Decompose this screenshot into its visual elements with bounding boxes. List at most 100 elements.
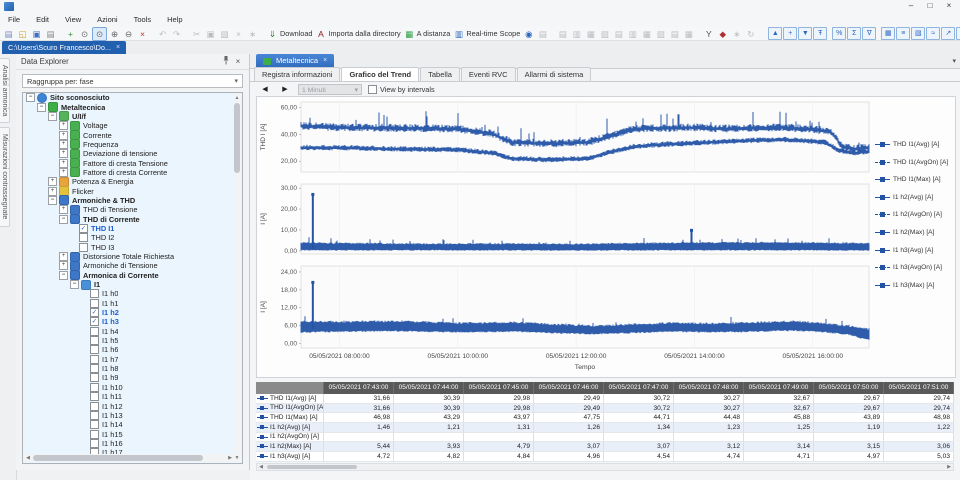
table-column-header[interactable]: 05/05/2021 07:47:00 xyxy=(604,382,674,394)
expand-icon[interactable]: + xyxy=(59,131,68,140)
subtab-tabella[interactable]: Tabella xyxy=(420,67,460,81)
menu-help[interactable]: Help xyxy=(159,13,190,27)
tree-item[interactable]: +Frequenza xyxy=(23,140,242,149)
tree-item[interactable]: THD I3 xyxy=(23,243,242,252)
table-column-header[interactable]: 05/05/2021 07:49:00 xyxy=(744,382,814,394)
new-file-icon[interactable]: ▤ xyxy=(2,28,15,40)
tree-checkbox[interactable]: ✓ xyxy=(90,317,99,326)
menu-azioni[interactable]: Azioni xyxy=(89,13,125,27)
view-table-icon[interactable]: ▦ xyxy=(881,27,895,40)
subtab-registra-informazioni[interactable]: Registra informazioni xyxy=(254,67,340,81)
table-row[interactable]: I1 h2(Max) [A]5,443,934,793,073,073,123,… xyxy=(256,442,954,452)
view-valley-icon[interactable]: ▼ xyxy=(798,27,812,40)
expand-icon[interactable]: + xyxy=(59,168,68,177)
table-column-header[interactable]: 05/05/2021 07:51:00 xyxy=(884,382,954,394)
table-row[interactable]: I1 h2(AvgOn) [A] xyxy=(256,433,954,443)
remote-icon[interactable]: ▦A distanza xyxy=(403,28,452,40)
tree-checkbox[interactable] xyxy=(90,373,99,382)
collapse-icon[interactable]: − xyxy=(26,93,35,102)
expand-icon[interactable]: + xyxy=(59,205,68,214)
view-peak-icon[interactable]: ▲ xyxy=(768,27,782,40)
tree-item[interactable]: I1 h14 xyxy=(23,420,242,429)
tree-checkbox[interactable] xyxy=(90,411,99,420)
view-add-icon[interactable]: + xyxy=(783,27,797,40)
tree-item[interactable]: +Distorsione Totale Richiesta xyxy=(23,252,242,261)
tree-checkbox[interactable] xyxy=(90,336,99,345)
expand-icon[interactable]: + xyxy=(59,261,68,270)
group-by-dropdown[interactable]: Raggruppa per: fase ▾ xyxy=(22,74,243,88)
tree-checkbox[interactable] xyxy=(90,327,99,336)
table-row-label[interactable]: I1 h2(AvgOn) [A] xyxy=(256,433,324,443)
zoom-out-icon[interactable]: ⊖ xyxy=(122,28,135,40)
tree-vertical-scrollbar[interactable]: ▲ ▼ xyxy=(233,94,241,462)
tree-item[interactable]: ✓THD I1 xyxy=(23,224,242,233)
table-row-label[interactable]: I1 h2(Avg) [A] xyxy=(256,423,324,433)
zoom-lock-icon[interactable]: ⊙ xyxy=(92,27,107,41)
tree-item[interactable]: I1 h12 xyxy=(23,401,242,410)
table-row[interactable]: I1 h3(Avg) [A]4,724,824,844,964,544,744,… xyxy=(256,452,954,462)
tree-item[interactable]: −I1 xyxy=(23,280,242,289)
scroll-down-icon[interactable]: ▼ xyxy=(233,454,241,462)
table-column-header[interactable]: 05/05/2021 07:46:00 xyxy=(534,382,604,394)
zoom-icon[interactable]: ⊙ xyxy=(78,28,91,40)
tree-item[interactable]: ✓I1 h3 xyxy=(23,317,242,326)
table-row-label[interactable]: I1 h2(Max) [A] xyxy=(256,442,324,452)
next-interval-button[interactable]: ▶ xyxy=(278,85,292,93)
scroll-left-icon[interactable]: ◀ xyxy=(257,464,265,471)
expand-icon[interactable]: + xyxy=(59,252,68,261)
tree-checkbox[interactable] xyxy=(90,364,99,373)
view-chart-red-icon[interactable]: ▧ xyxy=(911,27,925,40)
tree-checkbox[interactable] xyxy=(90,430,99,439)
scroll-up-icon[interactable]: ▲ xyxy=(233,94,241,102)
tree-item[interactable]: +Fattore di cresta Corrente xyxy=(23,168,242,177)
tree-checkbox[interactable] xyxy=(90,392,99,401)
table-row[interactable]: I1 h2(Avg) [A]1,461,211,311,261,341,231,… xyxy=(256,423,954,433)
tree-item[interactable]: +Fattore di cresta Tensione xyxy=(23,158,242,167)
scroll-left-icon[interactable]: ◀ xyxy=(24,454,32,462)
collapse-icon[interactable]: − xyxy=(48,196,57,205)
expand-icon[interactable]: + xyxy=(59,121,68,130)
view-percent-icon[interactable]: % xyxy=(832,27,846,40)
collapse-icon[interactable]: − xyxy=(59,271,68,280)
view-by-intervals-checkbox[interactable] xyxy=(368,85,377,94)
tree-checkbox[interactable] xyxy=(79,243,88,252)
minimize-button[interactable]: – xyxy=(902,0,920,12)
table-row[interactable]: THD I1(Max) [A]46,9843,2943,9747,7544,71… xyxy=(256,413,954,423)
marker-icon[interactable]: ◆ xyxy=(716,28,729,40)
filter-icon[interactable]: Y xyxy=(702,28,715,40)
view-list-icon[interactable]: ≡ xyxy=(896,27,910,40)
table-column-header[interactable]: 05/05/2021 07:45:00 xyxy=(464,382,534,394)
side-tab-1[interactable]: Analisi armonica xyxy=(0,58,10,123)
download-icon[interactable]: ⇓Download xyxy=(266,28,313,40)
table-horizontal-scrollbar[interactable]: ◀ ▶ xyxy=(256,463,954,471)
trend-plot-1[interactable]: 20,0040,0060,00THD I [A] xyxy=(257,99,955,177)
prev-interval-button[interactable]: ◀ xyxy=(258,85,272,93)
tree-checkbox[interactable] xyxy=(90,383,99,392)
expand-icon[interactable]: + xyxy=(59,140,68,149)
tree-item[interactable]: I1 h4 xyxy=(23,327,242,336)
tree-item[interactable]: −U/I/f xyxy=(23,112,242,121)
tree-item[interactable]: −THD di Corrente xyxy=(23,214,242,223)
expand-icon[interactable]: + xyxy=(48,177,57,186)
table-row[interactable]: THD I1(Avg) [A]31,6630,3929,9829,4930,72… xyxy=(256,394,954,404)
view-annotate-icon[interactable]: ✎ xyxy=(956,27,960,40)
web-icon[interactable]: ◉ xyxy=(522,28,535,40)
tree-checkbox[interactable] xyxy=(90,355,99,364)
tree-item[interactable]: ✓I1 h2 xyxy=(23,308,242,317)
tree-horizontal-scrollbar[interactable]: ◀ ▶ xyxy=(24,454,234,462)
maximize-button[interactable]: □ xyxy=(921,0,939,12)
view-threshold-icon[interactable]: Ŧ xyxy=(813,27,827,40)
tree-checkbox[interactable] xyxy=(90,439,99,448)
view-scatter-icon[interactable]: ↗ xyxy=(941,27,955,40)
table-row-label[interactable]: THD I1(Max) [A] xyxy=(256,413,324,423)
table-column-header[interactable]: 05/05/2021 07:44:00 xyxy=(394,382,464,394)
tree-item[interactable]: I1 h6 xyxy=(23,345,242,354)
document-tab[interactable]: C:\Users\Scuro Francesco\Do... × xyxy=(2,41,126,54)
tree-item[interactable]: −Armoniche & THD xyxy=(23,196,242,205)
subtab-eventi-rvc[interactable]: Eventi RVC xyxy=(461,67,516,81)
collapse-icon[interactable]: − xyxy=(37,103,46,112)
menu-tools[interactable]: Tools xyxy=(126,13,160,27)
tree-item[interactable]: I1 h16 xyxy=(23,439,242,448)
menu-file[interactable]: File xyxy=(0,13,28,27)
trend-plot-2[interactable]: 0,0010,0020,0030,00I [A] xyxy=(257,181,955,259)
